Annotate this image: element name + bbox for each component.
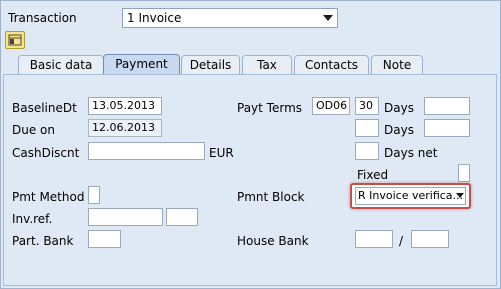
inv-ref-field[interactable] <box>88 208 163 226</box>
transaction-value: 1 Invoice <box>127 11 182 25</box>
days-2-field[interactable] <box>355 119 379 137</box>
fixed-checkbox[interactable] <box>458 164 470 182</box>
payt-terms-label: Payt Terms <box>237 101 303 115</box>
payt-terms-field[interactable]: OD06 <box>312 97 350 115</box>
tab-details[interactable]: Details <box>181 55 240 74</box>
pmnt-block-dropdown[interactable]: R Invoice verifica... <box>350 183 471 209</box>
transaction-dropdown[interactable]: 1 Invoice <box>122 8 338 28</box>
pmt-method-label: Pmt Method <box>12 190 85 204</box>
baseline-dt-label: BaselineDt <box>12 101 77 115</box>
days-1-percent-field[interactable] <box>424 97 470 115</box>
tab-payment[interactable]: Payment <box>103 54 180 74</box>
house-bank-field-2[interactable] <box>411 230 449 248</box>
tab-basic-data[interactable]: Basic data <box>18 55 104 74</box>
due-on-label: Due on <box>12 123 55 137</box>
transaction-label: Transaction <box>8 11 77 25</box>
house-bank-field-1[interactable] <box>355 230 393 248</box>
part-bank-label: Part. Bank <box>12 234 74 248</box>
pmnt-block-value: R Invoice verifica... <box>355 187 466 205</box>
inv-ref-label: Inv.ref. <box>12 212 53 226</box>
chevron-down-icon <box>323 15 333 21</box>
cash-discnt-currency: EUR <box>209 146 234 160</box>
days-net-field[interactable] <box>355 142 379 160</box>
cash-discnt-field[interactable] <box>88 142 205 160</box>
days-net-label: Days net <box>384 146 438 160</box>
layout-toggle-button[interactable] <box>5 31 25 49</box>
chevron-down-icon <box>456 193 464 198</box>
tab-note[interactable]: Note <box>371 55 423 74</box>
house-bank-separator: / <box>399 234 404 248</box>
tab-contacts[interactable]: Contacts <box>294 55 369 74</box>
pmnt-block-label: Pmnt Block <box>237 190 305 204</box>
days-2-percent-field[interactable] <box>424 119 470 137</box>
fixed-label: Fixed <box>357 168 389 182</box>
cash-discnt-label: CashDiscnt <box>12 146 80 160</box>
due-on-field: 12.06.2013 <box>88 119 162 137</box>
tab-tax[interactable]: Tax <box>242 55 292 74</box>
days-1-label: Days <box>384 101 414 115</box>
layout-toggle-icon <box>8 34 22 46</box>
inv-ref-field-2[interactable] <box>166 208 198 226</box>
days-1-field[interactable]: 30 <box>355 97 379 115</box>
days-2-label: Days <box>384 123 414 137</box>
house-bank-label: House Bank <box>237 234 309 248</box>
pmt-method-field[interactable] <box>88 186 100 204</box>
baseline-dt-field[interactable]: 13.05.2013 <box>88 97 162 115</box>
part-bank-field[interactable] <box>88 230 121 248</box>
